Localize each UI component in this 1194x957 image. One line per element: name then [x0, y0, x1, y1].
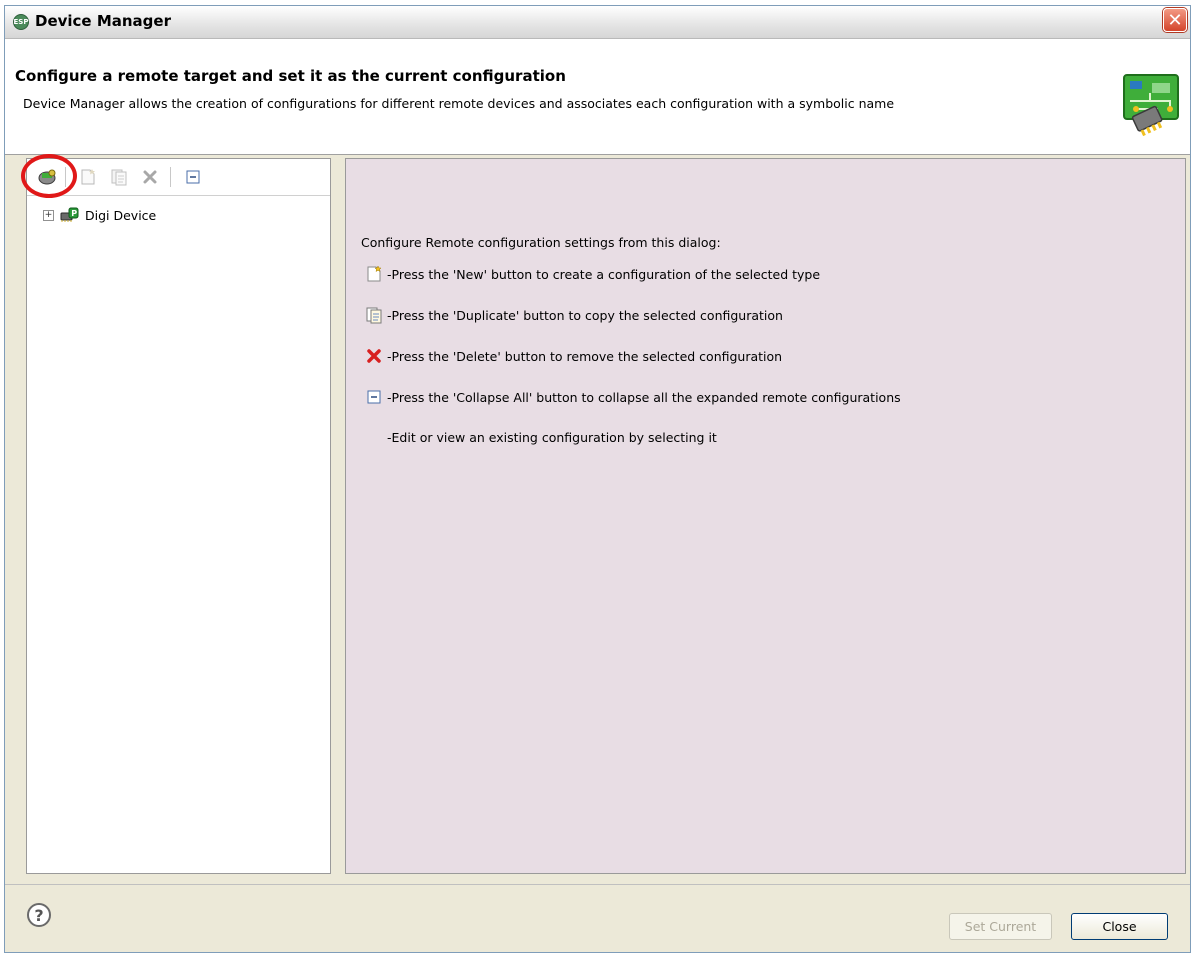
help-intro: Configure Remote configuration settings … [361, 235, 721, 250]
new-icon [367, 265, 382, 282]
configurations-tree-panel: + P Digi Device [21, 154, 331, 874]
circuit-board-icon [1123, 74, 1179, 137]
help-item-text: -Press the 'Collapse All' button to coll… [387, 389, 901, 405]
tree-expander[interactable]: + [43, 209, 54, 221]
delete-icon [367, 349, 381, 363]
collapse-all-button[interactable] [182, 166, 204, 188]
help-item-collapse-all: -Press the 'Collapse All' button to coll… [364, 387, 901, 407]
new-device-type-icon [38, 169, 56, 185]
collapse-all-icon [367, 390, 381, 404]
help-item-text: -Press the 'Delete' button to remove the… [387, 348, 783, 364]
toolbar-separator [65, 167, 66, 187]
device-manager-dialog: ESP Device Manager ✕ Configure a remote … [4, 5, 1191, 953]
duplicate-button[interactable] [108, 166, 130, 188]
chip-icon: P [60, 207, 79, 222]
help-item-delete: -Press the 'Delete' button to remove the… [364, 346, 782, 366]
window-close-button[interactable]: ✕ [1163, 8, 1187, 32]
new-device-type-button[interactable] [21, 154, 77, 198]
close-button[interactable]: Close [1071, 913, 1168, 940]
toolbar-separator [170, 167, 171, 187]
help-item-new: -Press the 'New' button to create a conf… [364, 264, 820, 284]
duplicate-icon [366, 307, 382, 324]
dialog-description: Device Manager allows the creation of co… [23, 96, 895, 111]
tree-item-label: Digi Device [85, 207, 157, 223]
title-bar: ESP Device Manager ✕ [5, 6, 1190, 39]
help-item-text: -Press the 'New' button to create a conf… [387, 266, 821, 282]
tree-toolbar [21, 154, 330, 198]
dialog-header: Configure a remote target and set it as … [5, 39, 1190, 155]
tree-item-digi-device[interactable]: + P Digi Device [43, 205, 156, 225]
delete-icon [143, 170, 157, 184]
svg-text:P: P [71, 209, 77, 218]
help-item-text: -Edit or view an existing configuration … [387, 429, 717, 445]
new-button[interactable] [77, 166, 99, 188]
collapse-all-icon [186, 170, 200, 184]
dialog-heading: Configure a remote target and set it as … [15, 67, 566, 85]
dialog-button-bar: ? Set Current Close [5, 884, 1190, 952]
new-icon [81, 169, 95, 185]
help-item-edit: -Edit or view an existing configuration … [364, 427, 717, 447]
help-icon[interactable]: ? [27, 903, 51, 927]
help-panel: Configure Remote configuration settings … [345, 158, 1186, 874]
app-icon: ESP [13, 14, 29, 30]
help-item-duplicate: -Press the 'Duplicate' button to copy th… [364, 305, 783, 325]
duplicate-icon [111, 169, 127, 186]
set-current-button[interactable]: Set Current [949, 913, 1052, 940]
delete-button[interactable] [139, 166, 161, 188]
window-title: Device Manager [35, 12, 171, 30]
help-item-text: -Press the 'Duplicate' button to copy th… [387, 307, 783, 323]
